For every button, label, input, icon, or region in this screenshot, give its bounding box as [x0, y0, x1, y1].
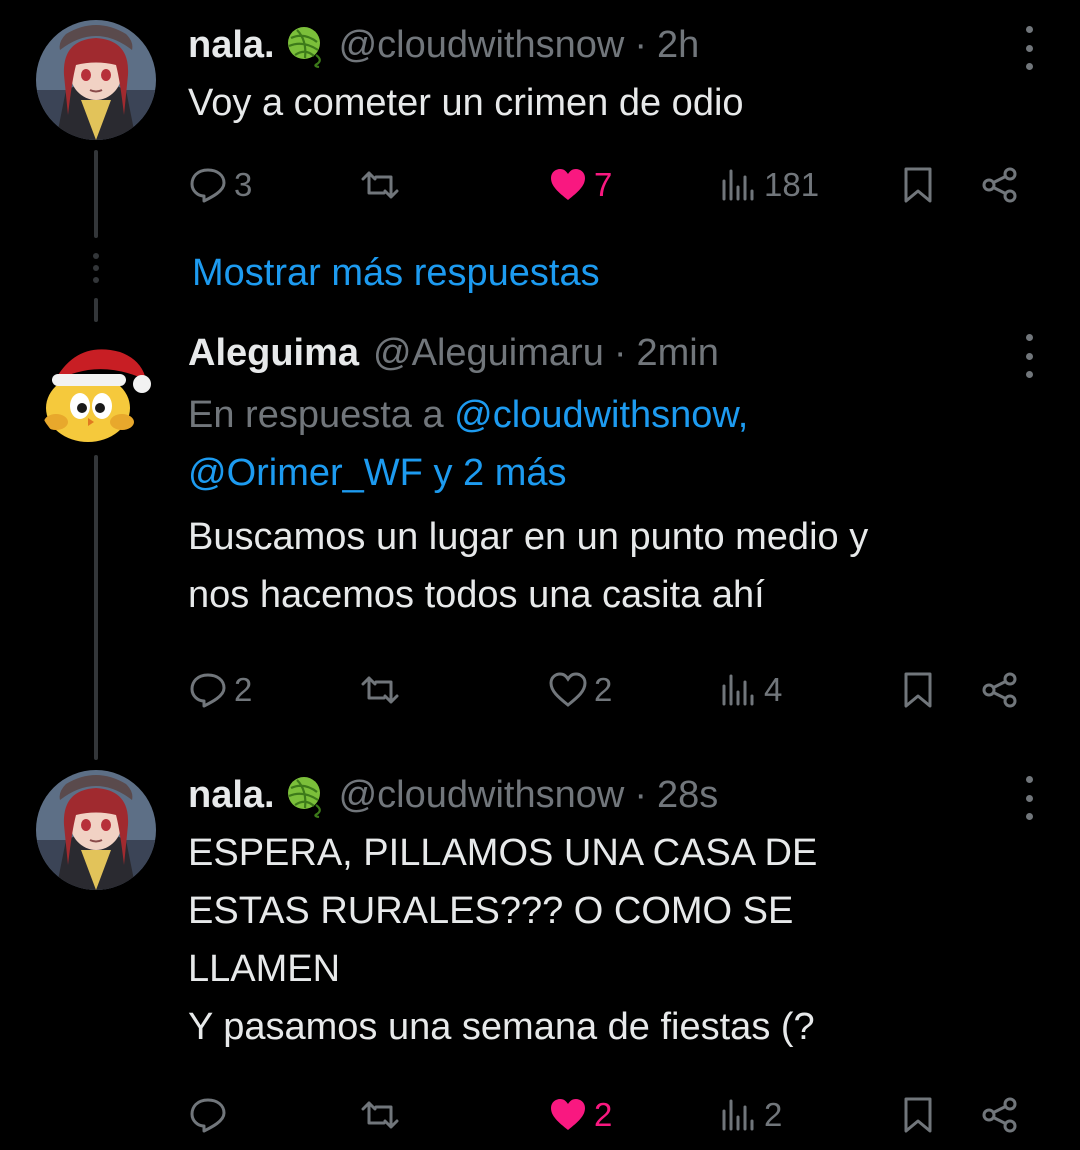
- share-button[interactable]: [980, 160, 1020, 210]
- views-bar-chart-icon: [722, 169, 754, 201]
- view-count: 181: [764, 166, 820, 203]
- mention-link[interactable]: @cloudwithsnow,: [454, 394, 748, 436]
- thread-gap-dot: [93, 277, 99, 283]
- bookmark-icon: [904, 1097, 932, 1133]
- tweet-text: Voy a cometer un crimen de odio: [188, 82, 744, 124]
- retweet-button[interactable]: [360, 160, 406, 210]
- separator: ·: [634, 24, 647, 66]
- heart-outline-icon: [549, 672, 587, 707]
- like-button[interactable]: 2: [548, 1090, 612, 1140]
- heart-filled-icon: [551, 169, 585, 200]
- view-count: 2: [764, 1096, 783, 1133]
- tweet[interactable]: nala. @cloudwithsnow · 2h Voy a cometer …: [188, 20, 1040, 132]
- handle[interactable]: @cloudwithsnow: [339, 770, 625, 820]
- bookmark-icon: [904, 672, 932, 708]
- timestamp[interactable]: 2min: [637, 328, 719, 378]
- timestamp[interactable]: 2h: [657, 20, 699, 70]
- avatar-yellow-chick-santa-hat-image: [36, 330, 156, 450]
- avatar[interactable]: [36, 330, 156, 450]
- avatar-anime-girl-image: [36, 770, 156, 890]
- reply-count: 2: [234, 671, 253, 708]
- show-more-replies-link[interactable]: Mostrar más respuestas: [192, 248, 600, 298]
- reply-context-prefix: En respuesta a: [188, 394, 455, 436]
- reply-icon: [190, 673, 226, 708]
- share-icon: [982, 672, 1017, 708]
- like-button[interactable]: 2: [548, 665, 612, 715]
- reply-button[interactable]: 3: [188, 160, 252, 210]
- yarn-ball-icon: [283, 772, 329, 818]
- display-name[interactable]: Aleguima: [188, 328, 359, 378]
- tweet-actions: 2 2 4: [188, 665, 1038, 715]
- retweet-icon: [361, 676, 399, 704]
- heart-filled-icon: [551, 1099, 585, 1130]
- tweet-header: nala. @cloudwithsnow · 2h: [188, 20, 1040, 70]
- thread-line: [94, 298, 98, 322]
- bookmark-button[interactable]: [898, 160, 938, 210]
- views-button[interactable]: 181: [718, 160, 819, 210]
- like-count: 7: [594, 166, 613, 203]
- tweet-text: ESPERA, PILLAMOS UNA CASA DE ESTAS RURAL…: [188, 832, 818, 1048]
- tweet-actions: 3 7 181: [188, 160, 1038, 210]
- yarn-ball-icon: [283, 22, 329, 68]
- share-button[interactable]: [980, 665, 1020, 715]
- thread-gap-dot: [93, 253, 99, 259]
- like-count: 2: [594, 671, 613, 708]
- tweet-header: Aleguima @Aleguimaru · 2min: [188, 328, 1040, 378]
- thread-line: [94, 150, 98, 238]
- retweet-button[interactable]: [360, 1090, 406, 1140]
- like-button[interactable]: 7: [548, 160, 612, 210]
- thread-gap-dot: [93, 265, 99, 271]
- more-options-icon[interactable]: [1014, 776, 1044, 820]
- separator: ·: [634, 774, 647, 816]
- mention-link[interactable]: @Orimer_WF y 2 más: [188, 452, 566, 494]
- reply-count: 3: [234, 166, 253, 203]
- thread-line: [94, 455, 98, 760]
- tweet[interactable]: Aleguima @Aleguimaru · 2min En respuesta…: [188, 328, 1040, 624]
- bookmark-button[interactable]: [898, 665, 938, 715]
- share-icon: [982, 167, 1017, 203]
- avatar[interactable]: [36, 20, 156, 140]
- bookmark-icon: [904, 167, 932, 203]
- reply-button[interactable]: 2: [188, 665, 252, 715]
- share-icon: [982, 1097, 1017, 1133]
- retweet-icon: [361, 1101, 399, 1129]
- separator: ·: [613, 332, 627, 374]
- tweet-header: nala. @cloudwithsnow · 28s: [188, 770, 1040, 820]
- reply-button[interactable]: [188, 1090, 234, 1140]
- retweet-button[interactable]: [360, 665, 406, 715]
- view-count: 4: [764, 671, 783, 708]
- retweet-icon: [361, 171, 399, 199]
- display-name[interactable]: nala.: [188, 20, 275, 70]
- handle[interactable]: @cloudwithsnow: [339, 20, 625, 70]
- avatar[interactable]: [36, 770, 156, 890]
- like-count: 2: [594, 1096, 613, 1133]
- reply-icon: [190, 168, 226, 203]
- reply-context: En respuesta a @cloudwithsnow, @Orimer_W…: [188, 386, 1040, 502]
- bookmark-button[interactable]: [898, 1090, 938, 1140]
- display-name[interactable]: nala.: [188, 770, 275, 820]
- tweet-text: Buscamos un lugar en un punto medio y no…: [188, 516, 869, 616]
- timestamp[interactable]: 28s: [657, 770, 718, 820]
- reply-thread: nala. @cloudwithsnow · 2h Voy a cometer …: [0, 0, 1080, 1150]
- more-options-icon[interactable]: [1014, 334, 1044, 378]
- tweet[interactable]: nala. @cloudwithsnow · 28s ESPERA, PILLA…: [188, 770, 1040, 1056]
- views-button[interactable]: 2: [718, 1090, 782, 1140]
- reply-icon: [190, 1098, 226, 1133]
- avatar-anime-girl-image: [36, 20, 156, 140]
- tweet-actions: 2 2: [188, 1090, 1038, 1140]
- handle[interactable]: @Aleguimaru: [373, 328, 604, 378]
- share-button[interactable]: [980, 1090, 1020, 1140]
- views-bar-chart-icon: [722, 1099, 754, 1131]
- views-button[interactable]: 4: [718, 665, 782, 715]
- views-bar-chart-icon: [722, 674, 754, 706]
- more-options-icon[interactable]: [1014, 26, 1044, 70]
